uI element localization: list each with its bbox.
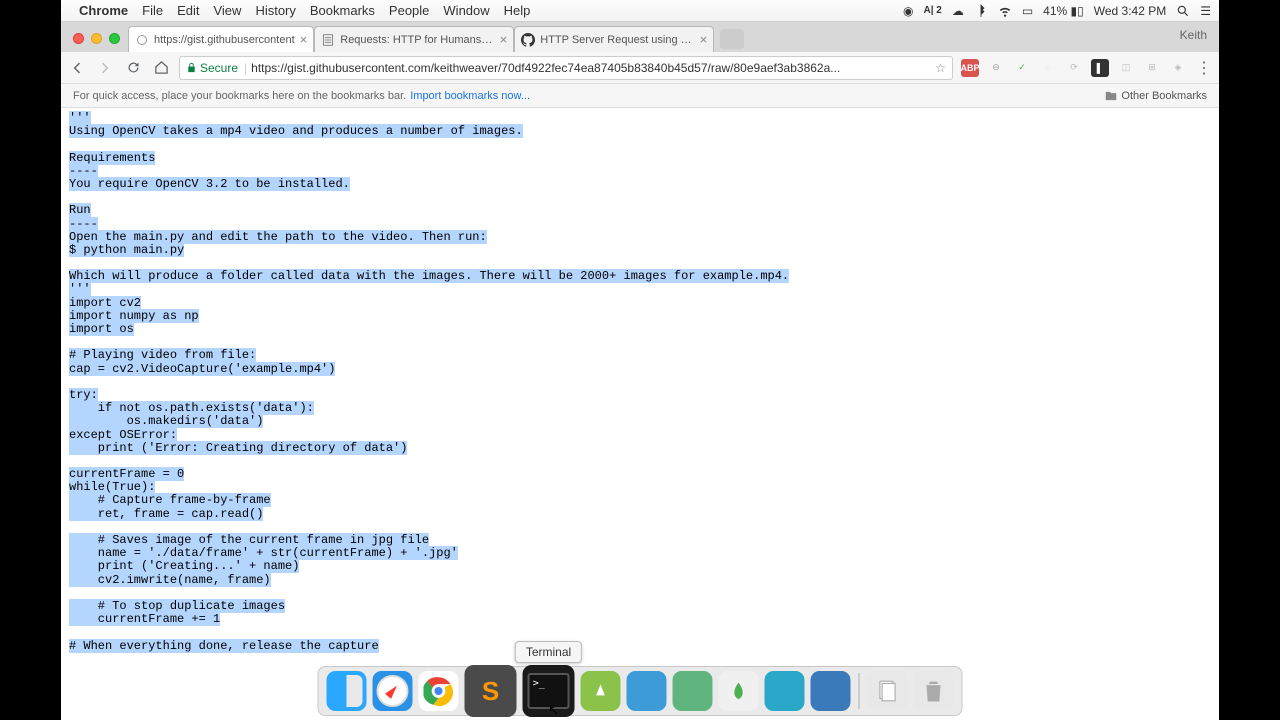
spotlight-icon[interactable] [1176, 4, 1190, 18]
new-tab-button[interactable] [720, 29, 744, 49]
url-text: https://gist.githubusercontent.com/keith… [251, 61, 931, 75]
dock-terminal[interactable]: >_Terminal↖ [523, 665, 575, 717]
menu-history[interactable]: History [255, 3, 295, 18]
cursor-icon: ↖ [548, 702, 560, 719]
dock-mongo[interactable] [719, 671, 759, 711]
dock-documents[interactable] [868, 671, 908, 711]
profile-name[interactable]: Keith [1180, 28, 1207, 42]
menu-bookmarks[interactable]: Bookmarks [310, 3, 375, 18]
dock-safari[interactable] [373, 671, 413, 711]
status-cloud-icon[interactable]: ☁ [952, 4, 964, 18]
tab-2[interactable]: HTTP Server Request using Re × [514, 26, 714, 52]
import-bookmarks-link[interactable]: Import bookmarks now... [410, 90, 530, 102]
tab-title: Requests: HTTP for Humans — [340, 34, 494, 46]
chrome-window: https://gist.githubusercontent×Requests:… [61, 22, 1219, 720]
dock-xcode[interactable] [627, 671, 667, 711]
back-button[interactable] [67, 58, 87, 78]
dock: S>_Terminal↖ [318, 666, 963, 716]
toolbar: Secure | https://gist.githubusercontent.… [61, 52, 1219, 84]
dock-sublime[interactable]: S [465, 665, 517, 717]
menu-window[interactable]: Window [443, 3, 489, 18]
menu-file[interactable]: File [142, 3, 163, 18]
menu-help[interactable]: Help [504, 3, 531, 18]
doc-icon [321, 33, 335, 47]
code-text[interactable]: ''' Using OpenCV takes a mp4 video and p… [61, 108, 1219, 653]
maximize-window-button[interactable] [109, 33, 120, 44]
tab-title: HTTP Server Request using Re [540, 34, 694, 46]
menu-people[interactable]: People [389, 3, 429, 18]
status-bluetooth-icon[interactable] [974, 4, 988, 18]
status-wifi-icon[interactable] [998, 4, 1012, 18]
github-icon [521, 33, 535, 47]
tab-1[interactable]: Requests: HTTP for Humans — × [314, 26, 514, 52]
menu-edit[interactable]: Edit [177, 3, 199, 18]
extension-icon-3[interactable]: ✓ [1013, 59, 1031, 77]
tab-close-icon[interactable]: × [500, 32, 508, 47]
dock-separator [859, 673, 860, 709]
window-controls [73, 33, 120, 44]
dock-android-studio[interactable] [581, 671, 621, 711]
app-name[interactable]: Chrome [79, 3, 128, 18]
bookmark-star-icon[interactable]: ☆ [935, 61, 946, 75]
close-window-button[interactable] [73, 33, 84, 44]
tab-title: https://gist.githubusercontent [154, 34, 295, 46]
address-bar[interactable]: Secure | https://gist.githubusercontent.… [179, 56, 953, 80]
bookmark-bar: For quick access, place your bookmarks h… [61, 84, 1219, 108]
status-siri-icon[interactable]: ◉ [903, 4, 913, 18]
reload-button[interactable] [123, 58, 143, 78]
secure-indicator: Secure [186, 61, 238, 75]
status-battery[interactable]: 41% ▮▯ [1043, 4, 1084, 18]
dock-atom[interactable] [673, 671, 713, 711]
tab-close-icon[interactable]: × [300, 32, 308, 47]
bookmark-hint: For quick access, place your bookmarks h… [73, 90, 406, 102]
status-display-icon[interactable]: ▭ [1022, 4, 1033, 18]
chrome-menu-button[interactable]: ⋮ [1195, 58, 1213, 78]
extension-icon-2[interactable]: ⊖ [987, 59, 1005, 77]
menu-view[interactable]: View [213, 3, 241, 18]
other-bookmarks-button[interactable]: Other Bookmarks [1104, 89, 1207, 103]
dock-trash[interactable] [914, 671, 954, 711]
status-clock[interactable]: Wed 3:42 PM [1094, 4, 1166, 18]
page-content[interactable]: ''' Using OpenCV takes a mp4 video and p… [61, 108, 1219, 720]
dock-preview[interactable] [765, 671, 805, 711]
dock-tooltip: Terminal [515, 641, 582, 663]
notification-center-icon[interactable]: ☰ [1200, 4, 1211, 18]
dock-quicktime[interactable] [811, 671, 851, 711]
extension-icon-9[interactable]: ◈ [1169, 59, 1187, 77]
tab-strip: https://gist.githubusercontent×Requests:… [61, 22, 1219, 52]
extension-icon-4[interactable]: ◌ [1039, 59, 1057, 77]
extension-icon-7[interactable]: ◫ [1117, 59, 1135, 77]
dock-finder[interactable] [327, 671, 367, 711]
globe-icon [135, 33, 149, 47]
menubar: Chrome File Edit View History Bookmarks Peopl… [61, 0, 1219, 22]
extension-icon-6[interactable]: ▌ [1091, 59, 1109, 77]
forward-button[interactable] [95, 58, 115, 78]
home-button[interactable] [151, 58, 171, 78]
extension-icon-8[interactable]: ⊞ [1143, 59, 1161, 77]
dock-chrome[interactable] [419, 671, 459, 711]
extension-icon-5[interactable]: ⟳ [1065, 59, 1083, 77]
extension-abp-icon[interactable]: ABP [961, 59, 979, 77]
tab-0[interactable]: https://gist.githubusercontent × [128, 26, 314, 52]
tab-close-icon[interactable]: × [700, 32, 708, 47]
status-adobe-icon[interactable]: A| 2 [923, 5, 941, 16]
minimize-window-button[interactable] [91, 33, 102, 44]
